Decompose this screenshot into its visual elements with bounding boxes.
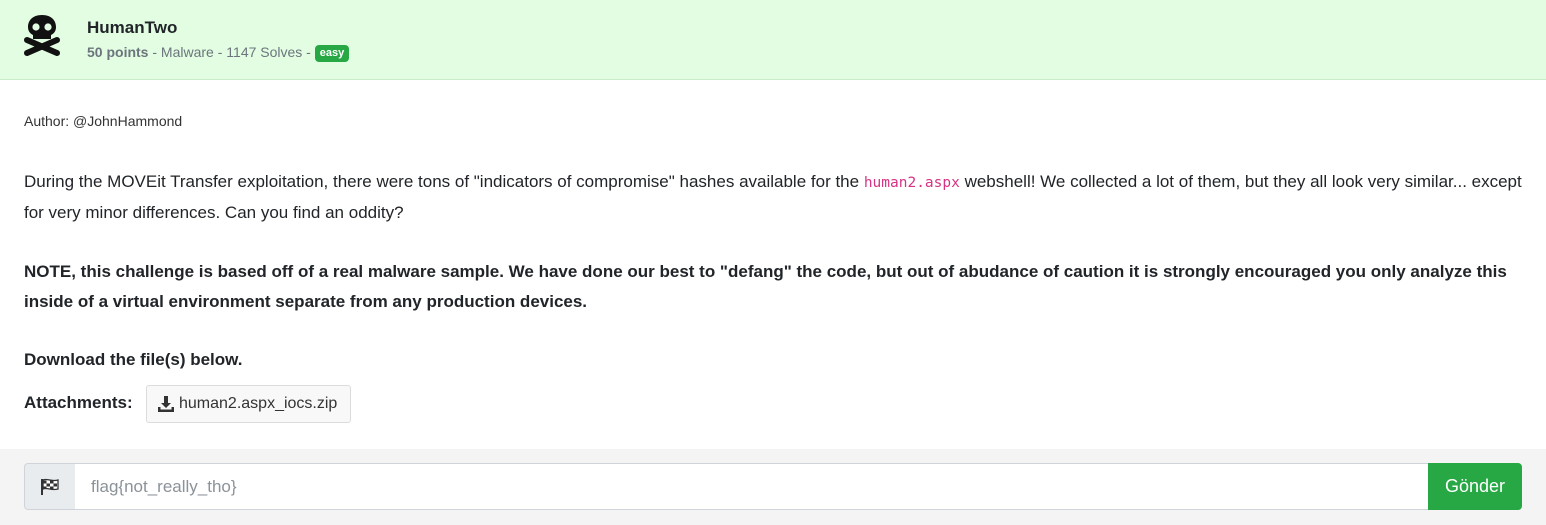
flag-input-addon — [24, 463, 76, 510]
description-text: During the MOVEit Transfer exploitation,… — [24, 172, 864, 191]
challenge-title: HumanTwo — [87, 18, 178, 37]
flag-input[interactable] — [75, 463, 1429, 510]
challenge-meta: 50 points - Malware - 1147 Solves - easy — [87, 44, 350, 62]
submit-flag-button[interactable]: Gönder — [1428, 463, 1522, 510]
challenge-header: HumanTwo 50 points - Malware - 1147 Solv… — [0, 0, 1546, 80]
challenge-author: Author: @JohnHammond — [24, 113, 183, 129]
challenge-points: 50 points — [87, 44, 149, 60]
attachment-filename: human2.aspx_iocs.zip — [179, 395, 338, 412]
download-icon — [158, 396, 174, 412]
checkered-flag-icon — [41, 478, 59, 495]
meta-separator: - — [148, 44, 161, 60]
meta-separator: - — [213, 44, 227, 60]
attachments-label: Attachments: — [24, 393, 133, 412]
attachment-download-button[interactable]: human2.aspx_iocs.zip — [146, 385, 351, 423]
difficulty-badge: easy — [314, 45, 350, 62]
meta-separator: - — [302, 44, 315, 60]
challenge-solves: 1147 Solves — [226, 44, 303, 60]
download-instruction: Download the file(s) below. — [24, 350, 243, 369]
inline-code: human2.aspx — [863, 175, 960, 191]
challenge-category: Malware — [160, 44, 214, 60]
challenge-description: During the MOVEit Transfer exploitation,… — [24, 167, 1524, 228]
challenge-warning-note: NOTE, this challenge is based off of a r… — [24, 262, 1507, 311]
skull-crossbones-icon — [24, 15, 60, 56]
